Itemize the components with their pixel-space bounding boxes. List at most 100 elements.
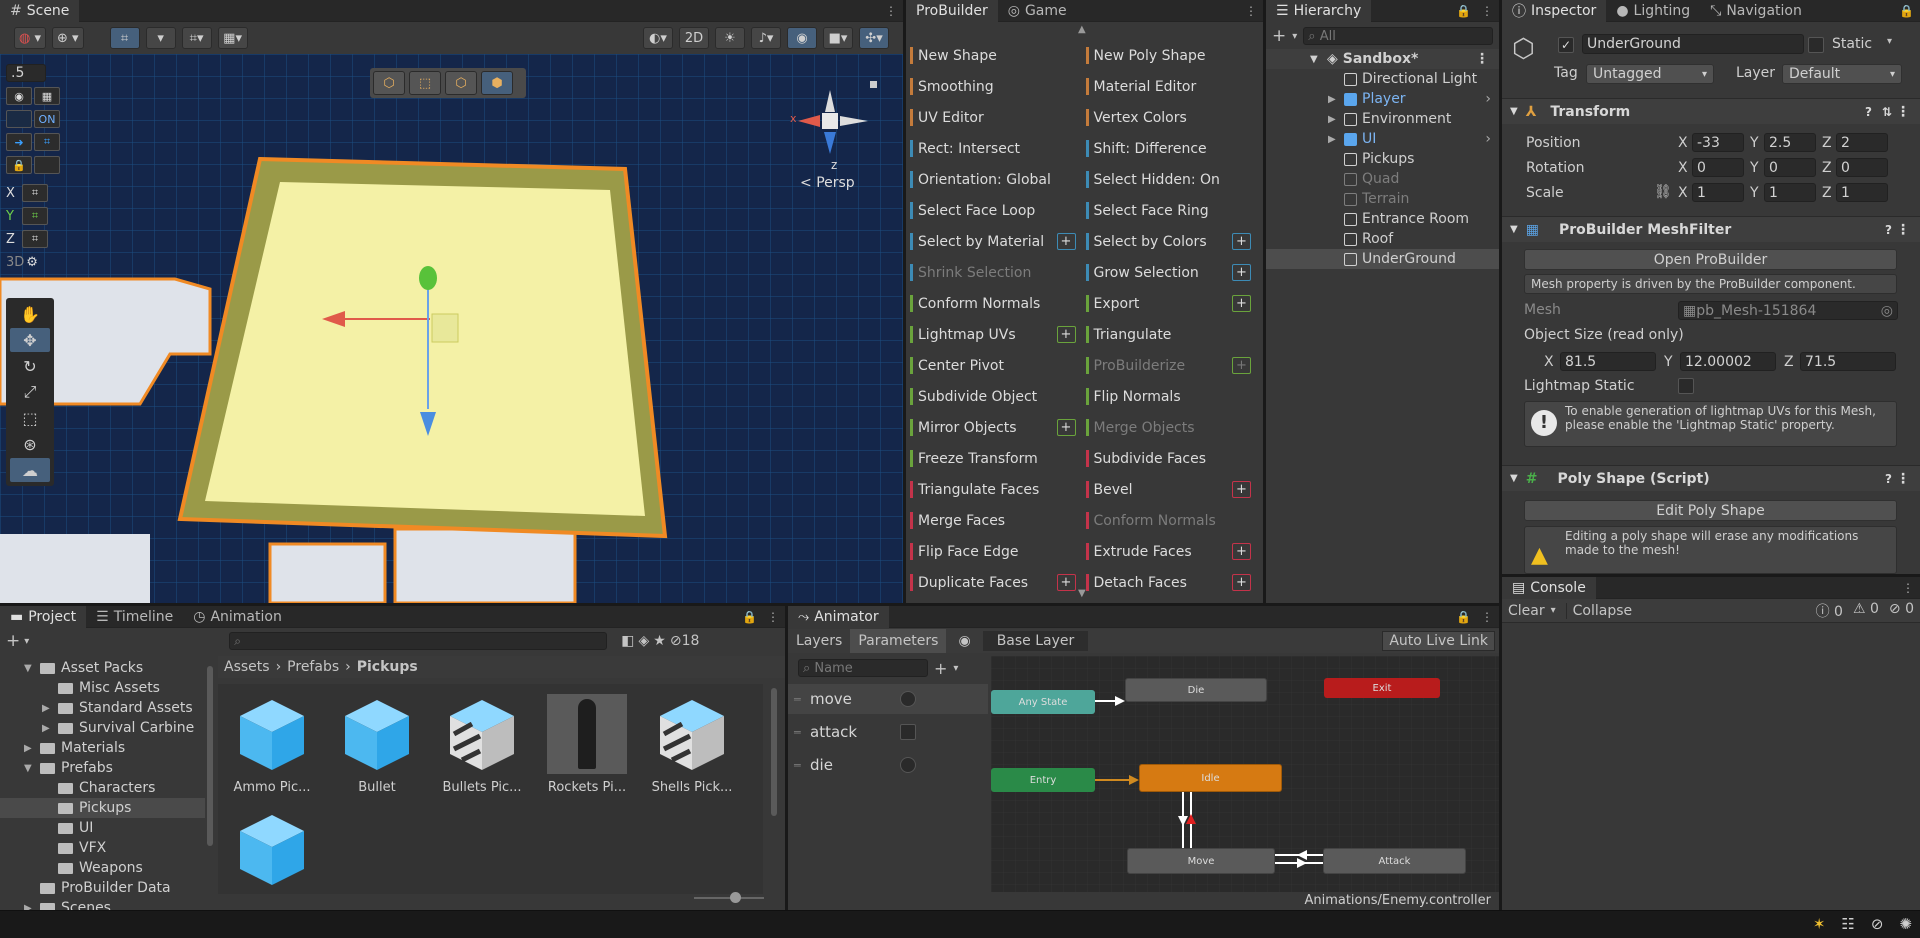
hidden-count[interactable]: ⊘18 — [670, 633, 700, 649]
debug-icon[interactable]: ✺ — [1899, 915, 1912, 933]
gizmos-button[interactable]: ✣ ▾ — [859, 27, 889, 49]
visibility-toggle-button[interactable]: ◉ — [787, 27, 817, 49]
static-dropdown-icon[interactable]: ▾ — [1887, 36, 1892, 47]
transform-scale-x[interactable]: 1 — [1692, 183, 1744, 202]
tag-dropdown[interactable]: Untagged ▾ — [1586, 64, 1714, 84]
axis-label-y[interactable]: Y — [1750, 160, 1759, 176]
options-plus-icon[interactable]: + — [1232, 295, 1251, 312]
grid-snap-dropdown[interactable]: ▾ — [145, 27, 176, 49]
axis-label-x[interactable]: X — [1678, 135, 1688, 151]
camera-button[interactable]: ■ ▾ — [823, 27, 853, 49]
project-folder[interactable]: ▶ Materials — [0, 738, 205, 758]
edge-mode-button[interactable]: ⬡ — [445, 71, 477, 95]
side-room-bottom-left[interactable] — [0, 534, 150, 603]
breadcrumb-pickups[interactable]: Pickups — [357, 659, 418, 675]
pb-action-14[interactable]: Shrink Selection — [910, 257, 1078, 288]
static-checkbox[interactable] — [1808, 37, 1824, 53]
zoom-slider[interactable] — [694, 892, 764, 903]
persp-label[interactable]: < Persp — [800, 175, 855, 191]
add-icon[interactable]: + — [1272, 26, 1286, 46]
on-toggle[interactable]: ON — [34, 110, 60, 128]
shading-mode-button[interactable]: ◐ ▾ — [643, 27, 673, 49]
pb-action-30[interactable]: Merge Faces — [910, 505, 1078, 536]
help-icon[interactable]: ? — [1865, 105, 1872, 119]
pb-action-20[interactable]: Center Pivot — [910, 350, 1078, 381]
state-graph[interactable]: Any State Die Exit Entry Idle Move Attac… — [991, 656, 1499, 892]
error-count[interactable]: ⊘ 0 — [1889, 601, 1914, 621]
pb-action-22[interactable]: Subdivide Object — [910, 381, 1078, 412]
more-menu-icon[interactable]: ⋮ — [885, 4, 897, 18]
options-plus-icon[interactable]: + — [1232, 481, 1251, 498]
side-room-bottom-b[interactable] — [393, 527, 577, 603]
help-icon[interactable]: ? — [1885, 223, 1892, 237]
custom-tool-icon[interactable]: ☁ — [10, 458, 50, 482]
increment-snap-button[interactable]: ⌗ ▾ — [181, 27, 212, 49]
hierarchy-item[interactable]: Roof — [1266, 229, 1499, 249]
pb-action-33[interactable]: Extrude Faces + — [1085, 536, 1254, 567]
pb-action-11[interactable]: Select Face Ring — [1085, 195, 1254, 226]
pb-action-2[interactable]: Smoothing — [910, 71, 1078, 102]
pb-action-23[interactable]: Flip Normals — [1085, 381, 1254, 412]
move-gizmo-y-head[interactable] — [419, 266, 437, 290]
root-menu-icon[interactable]: ⋮ — [1475, 51, 1489, 67]
pb-action-28[interactable]: Triangulate Faces — [910, 474, 1078, 505]
edit-polyshape-button[interactable]: Edit Poly Shape — [1524, 500, 1897, 521]
trigger-toggle[interactable] — [900, 724, 916, 740]
layer-dropdown[interactable]: Default ▾ — [1782, 64, 1902, 84]
drag-handle-icon[interactable]: ═ — [794, 759, 801, 772]
hierarchy-item[interactable]: ▶ UI › — [1266, 129, 1499, 149]
pb-action-1[interactable]: New Poly Shape — [1085, 40, 1254, 71]
lightmap-static-checkbox[interactable] — [1678, 378, 1694, 394]
pb-action-24[interactable]: Mirror Objects + — [910, 412, 1078, 443]
hierarchy-search[interactable]: ⌕ All — [1303, 27, 1493, 45]
project-folder[interactable]: ▼ Prefabs — [0, 758, 205, 778]
asset-item[interactable]: Ammo Pic... — [226, 694, 318, 795]
lock-icon[interactable]: 🔒 — [742, 610, 757, 624]
project-folder[interactable]: VFX — [0, 838, 205, 858]
grid-snap-small-icon[interactable]: ⌗ — [34, 133, 60, 151]
component-menu-icon[interactable]: ⋮ — [1896, 104, 1910, 120]
info-count[interactable]: ⓘ 0 — [1816, 601, 1843, 621]
die-state-node[interactable]: Die — [1125, 678, 1267, 702]
tab-navigation[interactable]: ⤡ Navigation — [1700, 0, 1812, 22]
blank-toggle[interactable] — [34, 156, 60, 174]
object-picker-icon[interactable]: ◎ — [1881, 303, 1893, 319]
pb-action-31[interactable]: Conform Normals — [1085, 505, 1254, 536]
dropdown-icon[interactable]: ▾ — [24, 636, 29, 647]
zoom-slider-thumb[interactable] — [730, 892, 741, 903]
warning-count[interactable]: ⚠ 0 — [1853, 601, 1879, 621]
active-checkbox[interactable]: ✓ — [1558, 37, 1574, 53]
expand-arrow-icon[interactable]: ▶ — [1328, 134, 1336, 145]
tab-project[interactable]: ▬ Project — [0, 606, 87, 628]
options-plus-icon[interactable]: + — [1056, 326, 1076, 343]
breadcrumb-prefabs[interactable]: Prefabs — [287, 659, 339, 675]
options-plus-icon[interactable]: + — [1056, 233, 1076, 250]
object-name-field[interactable]: UnderGround — [1582, 34, 1804, 54]
network-off-icon[interactable]: ⊘ — [1871, 915, 1884, 933]
tab-animator[interactable]: ⤳ Animator — [788, 606, 889, 628]
chevron-right-icon[interactable]: › — [1485, 91, 1491, 107]
label-filter-icon[interactable]: ◈ — [639, 633, 650, 649]
global-toggle-button[interactable]: ⊕ ▾ — [52, 27, 84, 49]
project-folder[interactable]: Pickups — [0, 798, 205, 818]
tab-timeline[interactable]: ☰ Timeline — [86, 606, 183, 628]
face-mode-button[interactable]: ⬢ — [481, 71, 513, 95]
project-folder[interactable]: ▶ Scenes — [0, 898, 205, 910]
axis-label-z[interactable]: Z — [1822, 160, 1832, 176]
side-room-bottom-a[interactable] — [268, 542, 387, 603]
transform-position-z[interactable]: 2 — [1836, 133, 1888, 152]
asset-item[interactable]: Shells Pick... — [646, 694, 738, 795]
collapse-button[interactable]: Collapse — [1565, 602, 1639, 619]
pb-action-19[interactable]: Triangulate — [1085, 319, 1254, 350]
options-plus-icon[interactable]: + — [1232, 233, 1251, 250]
param-search-field[interactable]: ⌕ Name — [798, 659, 928, 677]
toggle-2d-button[interactable]: 2D — [679, 27, 709, 49]
foldout-icon[interactable]: ▼ — [1510, 106, 1518, 117]
grid-toggle-icon[interactable]: ▦ — [34, 87, 60, 105]
pb-action-7[interactable]: Shift: Difference — [1085, 133, 1254, 164]
transform-rotation-y[interactable]: 0 — [1764, 158, 1816, 177]
parameter-row[interactable]: ═ die — [788, 750, 988, 780]
pb-action-35[interactable]: Detach Faces + — [1085, 567, 1254, 598]
project-folder[interactable]: Characters — [0, 778, 205, 798]
hierarchy-item[interactable]: UnderGround — [1266, 249, 1499, 269]
